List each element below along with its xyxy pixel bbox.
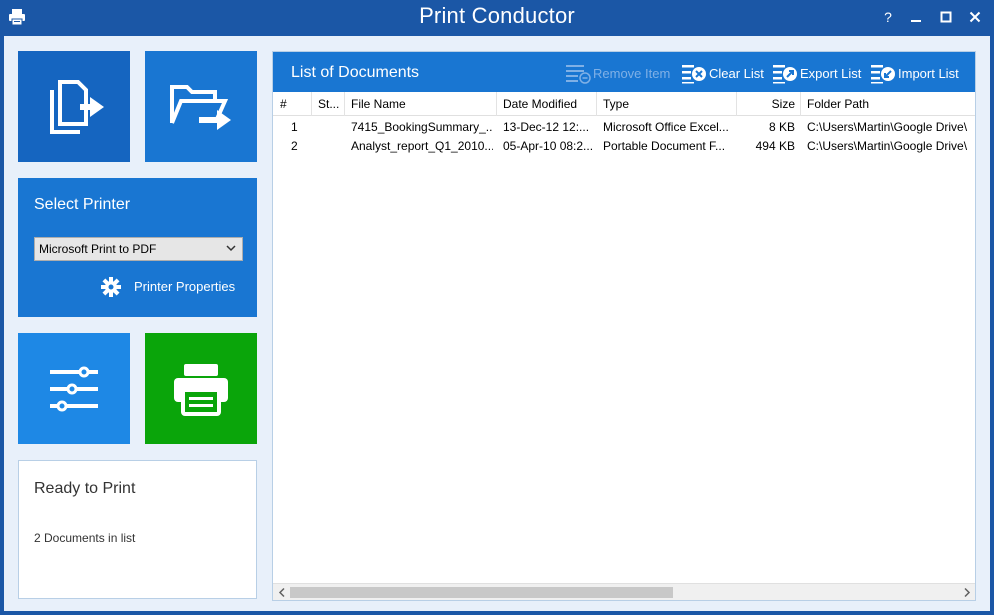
import-list-label: Import List [898, 66, 959, 81]
horizontal-scrollbar[interactable] [273, 583, 975, 600]
printer-icon [174, 363, 228, 416]
minimize-button[interactable] [905, 6, 927, 28]
cell-number: 1 [291, 120, 298, 134]
maximize-icon [940, 11, 952, 23]
print-button[interactable] [145, 333, 257, 444]
maximize-button[interactable] [935, 6, 957, 28]
help-icon: ? [884, 9, 892, 25]
scroll-left-button[interactable] [273, 584, 290, 601]
column-divider[interactable] [800, 92, 801, 116]
document-list-panel: List of Documents Remove Item Clear List [272, 51, 976, 601]
status-title: Ready to Print [34, 480, 136, 497]
cell-file-name: 7415_BookingSummary_... [351, 120, 493, 134]
chevron-right-icon [963, 587, 970, 598]
column-header-size[interactable]: Size [743, 92, 795, 116]
cell-folder-path: C:\Users\Martin\Google Drive\ [807, 139, 968, 153]
add-documents-icon [50, 79, 104, 134]
scrollbar-thumb[interactable] [290, 587, 673, 598]
table-row[interactable]: 2 Analyst_report_Q1_2010.... 05-Apr-10 0… [273, 137, 975, 156]
chevron-left-icon [278, 587, 285, 598]
document-list-header: List of Documents Remove Item Clear List [273, 52, 975, 92]
column-header-file-name[interactable]: File Name [351, 92, 491, 116]
clear-list-label: Clear List [709, 66, 764, 81]
remove-item-label: Remove Item [593, 66, 671, 81]
export-list-icon [773, 65, 797, 84]
document-count: 2 Documents in list [34, 531, 136, 545]
help-button[interactable]: ? [877, 6, 899, 28]
column-header-type[interactable]: Type [603, 92, 733, 116]
settings-button[interactable] [18, 333, 130, 444]
select-printer-label: Select Printer [34, 196, 131, 213]
cell-size: 8 KB [768, 120, 795, 134]
cell-size: 494 KB [755, 139, 795, 153]
cell-type: Microsoft Office Excel... [603, 120, 729, 134]
printer-panel: Select Printer Microsoft Print to PDF Pr… [18, 178, 257, 317]
cell-folder-path: C:\Users\Martin\Google Drive\ [807, 120, 968, 134]
column-divider[interactable] [344, 92, 345, 116]
remove-list-icon [566, 65, 591, 84]
column-divider[interactable] [596, 92, 597, 116]
column-divider[interactable] [496, 92, 497, 116]
minimize-icon [911, 20, 921, 22]
printer-dropdown-value: Microsoft Print to PDF [39, 242, 157, 256]
status-panel: Ready to Print 2 Documents in list [18, 460, 257, 599]
add-folder-button[interactable] [145, 51, 257, 162]
main-area: Select Printer Microsoft Print to PDF Pr… [4, 36, 990, 611]
column-header-number[interactable]: # [280, 92, 300, 116]
printer-properties-label: Printer Properties [134, 279, 236, 294]
column-header-date-modified[interactable]: Date Modified [503, 92, 595, 116]
column-divider[interactable] [736, 92, 737, 116]
printer-dropdown[interactable]: Microsoft Print to PDF [34, 237, 243, 261]
sliders-icon [50, 366, 98, 411]
column-header-folder-path[interactable]: Folder Path [807, 92, 973, 116]
cell-type: Portable Document F... [603, 139, 726, 153]
column-divider[interactable] [311, 92, 312, 116]
table-header: # St... File Name Date Modified Type Siz… [273, 92, 975, 116]
chevron-down-icon [226, 245, 236, 252]
column-header-status[interactable]: St... [318, 92, 340, 116]
import-list-icon [871, 65, 895, 84]
document-list-title: List of Documents [291, 64, 420, 81]
title-bar: Print Conductor ? [0, 0, 994, 36]
cell-date-modified: 05-Apr-10 08:2... [503, 139, 593, 153]
cell-number: 2 [291, 139, 298, 153]
cell-file-name: Analyst_report_Q1_2010.... [351, 139, 493, 153]
close-icon [969, 11, 981, 23]
scroll-right-button[interactable] [958, 584, 975, 601]
export-list-label: Export List [800, 66, 862, 81]
add-files-button[interactable] [18, 51, 130, 162]
window-title: Print Conductor [419, 3, 575, 28]
table-row[interactable]: 1 7415_BookingSummary_... 13-Dec-12 12:.… [273, 118, 975, 137]
close-button[interactable] [964, 6, 986, 28]
clear-list-icon [682, 65, 706, 84]
gear-icon [101, 277, 121, 297]
folder-arrow-icon [170, 84, 231, 130]
cell-date-modified: 13-Dec-12 12:... [503, 120, 590, 134]
